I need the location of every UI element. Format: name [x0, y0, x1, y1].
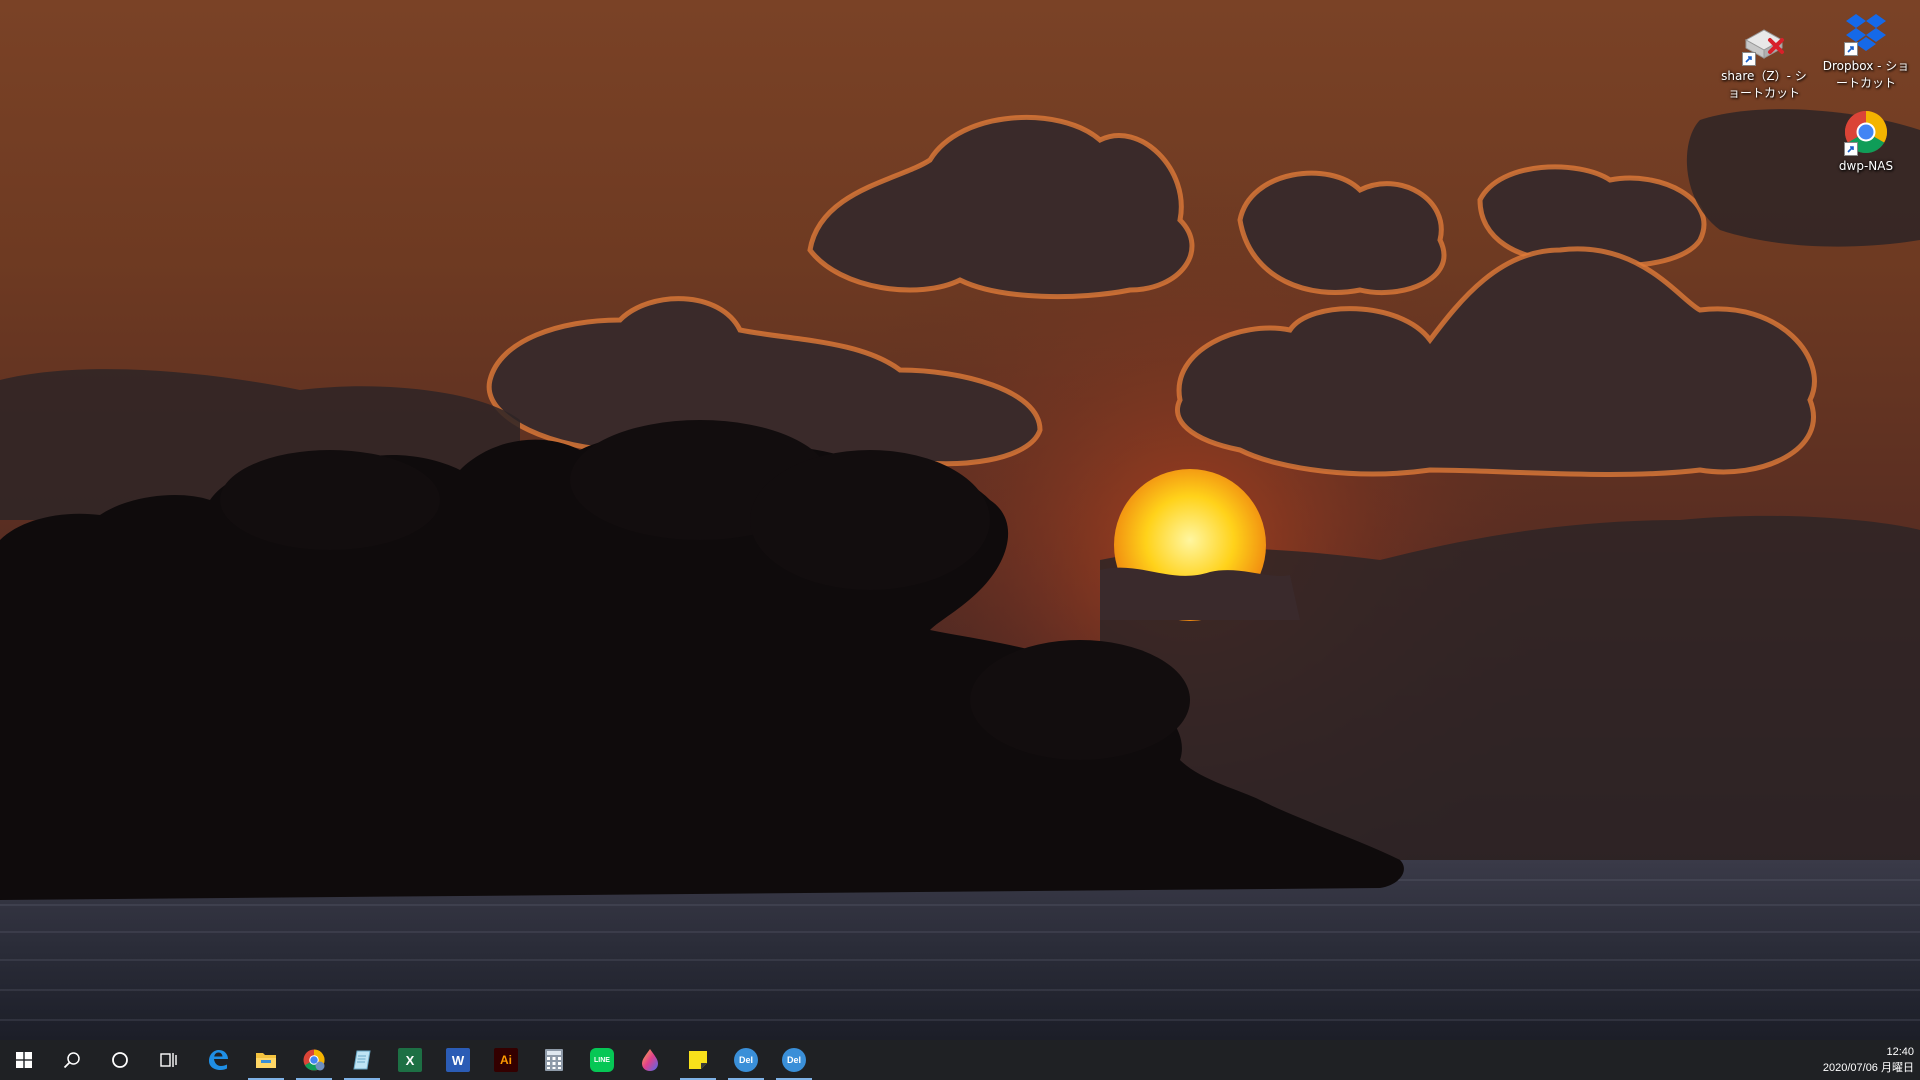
excel-icon: X: [398, 1048, 422, 1072]
taskbar-app-illustrator[interactable]: Ai: [482, 1040, 530, 1080]
taskbar-app-sticky-notes[interactable]: [674, 1040, 722, 1080]
paint-drop-icon: [642, 1049, 658, 1071]
notepad-icon: [353, 1050, 371, 1070]
task-view-icon: [160, 1053, 177, 1067]
folder-icon: [256, 1053, 276, 1068]
desktop-wallpaper: [0, 0, 1920, 1040]
desktop-icon-label: share（Z）- ショートカット: [1721, 69, 1807, 100]
desktop-icon-share-z[interactable]: share（Z）- ショートカット: [1714, 18, 1814, 102]
system-tray-clock[interactable]: 12:40 2020/07/06 月曜日: [1810, 1040, 1920, 1080]
dropbox-icon: [1842, 8, 1890, 56]
taskbar-app-line[interactable]: LINE: [578, 1040, 626, 1080]
taskbar-app-edge[interactable]: [194, 1040, 242, 1080]
taskbar-app-chrome[interactable]: [290, 1040, 338, 1080]
cortana-circle-icon: [112, 1052, 128, 1068]
start-button[interactable]: [0, 1040, 48, 1080]
taskbar-app-excel[interactable]: X: [386, 1040, 434, 1080]
deepl-icon: Del: [734, 1048, 758, 1072]
desktop-icon-dropbox[interactable]: Dropbox - ショートカット: [1816, 8, 1916, 92]
taskbar-app-file-explorer[interactable]: [242, 1040, 290, 1080]
taskbar-app-notepad[interactable]: [338, 1040, 386, 1080]
chrome-icon: [303, 1049, 325, 1071]
taskbar: X W Ai LINE Del Del 12:40 2020/07/06 月曜日: [0, 1040, 1920, 1080]
search-icon: [63, 1052, 80, 1069]
desktop-icon-label: dwp-NAS: [1838, 159, 1894, 173]
search-button[interactable]: [48, 1040, 96, 1080]
shortcut-arrow-icon: [1742, 52, 1756, 66]
task-view-button[interactable]: [144, 1040, 192, 1080]
chrome-icon: [1842, 108, 1890, 156]
edge-icon: [209, 1050, 228, 1070]
taskbar-app-calculator[interactable]: [530, 1040, 578, 1080]
network-drive-disconnected-icon: [1740, 18, 1788, 66]
deepl-icon: Del: [782, 1048, 806, 1072]
taskbar-app-word[interactable]: W: [434, 1040, 482, 1080]
shortcut-arrow-icon: [1844, 42, 1858, 56]
windows-logo-icon: [16, 1052, 32, 1068]
taskbar-app-deepl[interactable]: Del: [722, 1040, 770, 1080]
taskbar-app-paint[interactable]: [626, 1040, 674, 1080]
desktop-icon-dwp-nas[interactable]: dwp-NAS: [1816, 108, 1916, 175]
taskbar-app-deepl-2[interactable]: Del: [770, 1040, 818, 1080]
illustrator-icon: Ai: [494, 1048, 518, 1072]
cortana-button[interactable]: [96, 1040, 144, 1080]
line-icon: LINE: [590, 1048, 614, 1072]
desktop-icon-label: Dropbox - ショートカット: [1822, 59, 1910, 90]
clock-date: 2020/07/06 月曜日: [1822, 1062, 1914, 1074]
shortcut-arrow-icon: [1844, 142, 1858, 156]
calculator-icon: [545, 1049, 563, 1071]
word-icon: W: [446, 1048, 470, 1072]
clock-time: 12:40: [1886, 1046, 1914, 1058]
sunset-island-scene: [0, 0, 1920, 1040]
sticky-notes-icon: [689, 1051, 707, 1069]
